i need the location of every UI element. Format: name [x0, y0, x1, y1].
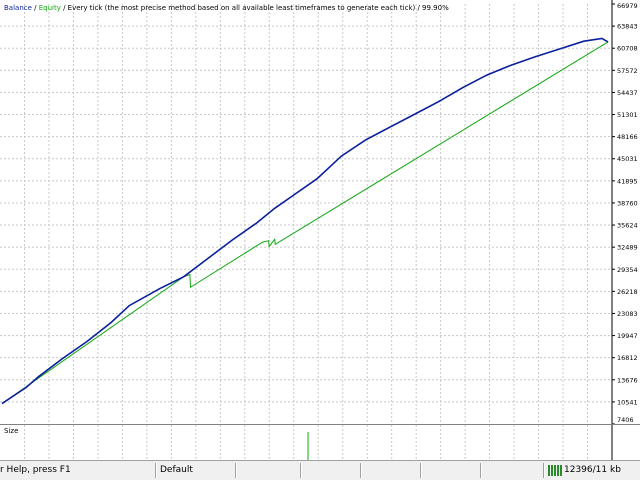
y-tick-label: 45031 — [617, 155, 638, 163]
legend-description: / Every tick (the most precise method ba… — [60, 4, 416, 12]
status-separator — [360, 463, 362, 478]
y-tick-label: 23083 — [617, 310, 638, 318]
y-tick-label: 16812 — [617, 354, 638, 362]
y-tick-label: 35624 — [617, 222, 638, 230]
tester-graph-window: 66979 63843 60708 57572 54437 51301 48166 45031… — [0, 0, 640, 480]
status-bar: r Help, press F1 Default 12396/11 kb — [0, 460, 640, 480]
status-separator — [300, 463, 302, 478]
y-tick-label: 38760 — [617, 199, 638, 207]
status-connection[interactable]: 12396/11 kb — [564, 463, 638, 478]
status-help-text: r Help, press F1 — [0, 465, 71, 475]
legend-separator: / — [31, 4, 39, 12]
y-tick-label: 29354 — [617, 266, 638, 274]
main-chart-panel: 66979 63843 60708 57572 54437 51301 48166 45031… — [0, 0, 640, 424]
series-line-balance — [1, 37, 609, 405]
size-subchart-panel: Size — [0, 424, 640, 461]
y-tick-label: 41895 — [617, 177, 638, 185]
status-separator — [235, 463, 237, 478]
chart-legend: Balance / Equity / Every tick (the most … — [4, 3, 449, 13]
size-label: Size — [4, 427, 19, 435]
balance-equity-chart: 66979 63843 60708 57572 54437 51301 48166 45031… — [0, 0, 638, 424]
y-tick-label: 66979 — [617, 2, 638, 10]
y-tick-label: 26218 — [617, 288, 638, 296]
y-tick-label: 10541 — [617, 398, 638, 406]
status-separator — [420, 463, 422, 478]
y-tick-label: 13676 — [617, 376, 638, 384]
y-tick-label: 51301 — [617, 111, 638, 119]
status-profile[interactable]: Default — [160, 463, 230, 478]
status-separator — [480, 463, 482, 478]
signal-bars-icon[interactable] — [548, 465, 562, 476]
legend-balance: Balance — [4, 4, 32, 12]
series-line-equity — [1, 41, 609, 405]
y-tick-label: 19947 — [617, 332, 638, 340]
size-subchart — [23, 425, 613, 460]
y-tick-label: 63843 — [617, 23, 638, 31]
y-tick-label: 32489 — [617, 244, 638, 252]
legend-equity: Equity — [38, 4, 61, 12]
y-tick-label: 57572 — [617, 67, 638, 75]
y-tick-label: 48166 — [617, 133, 638, 141]
status-separator — [155, 463, 157, 478]
status-separator — [543, 463, 545, 478]
y-tick-label: 60708 — [617, 45, 638, 53]
legend-quality: / 99.90% — [415, 4, 449, 12]
y-tick-label: 54437 — [617, 89, 638, 97]
y-tick-label: 7406 — [617, 416, 634, 424]
